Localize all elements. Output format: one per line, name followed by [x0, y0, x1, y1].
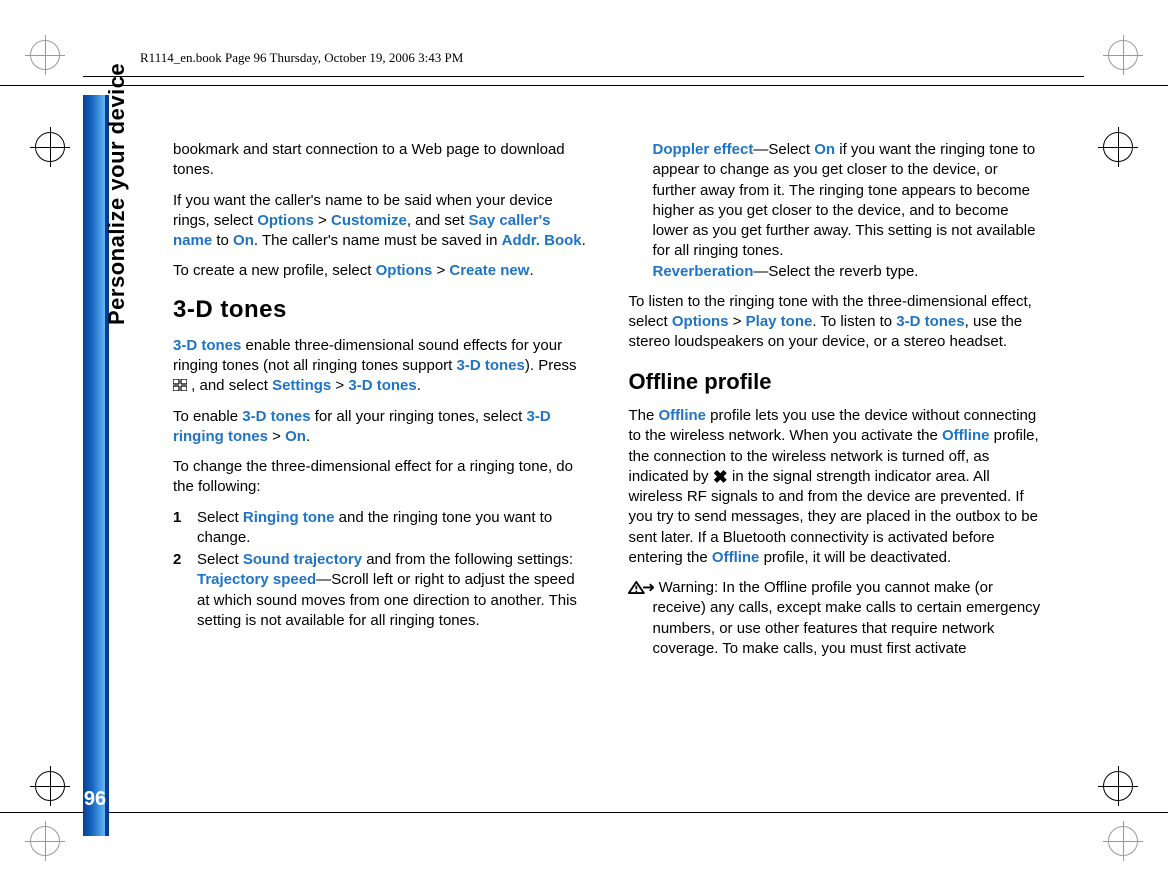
keyword-3d-tones: 3-D tones: [896, 313, 964, 330]
register-mark-icon: [1108, 826, 1138, 856]
paragraph: If you want the caller's name to be said…: [173, 191, 589, 252]
keyword-addr-book: Addr. Book: [502, 232, 582, 249]
paragraph: To create a new profile, select Options …: [173, 261, 589, 281]
keyword-offline: Offline: [712, 549, 760, 566]
keyword-sound-trajectory: Sound trajectory: [243, 551, 362, 568]
keyword-3d-tones: 3-D tones: [457, 357, 525, 374]
paragraph: To listen to the ringing tone with the t…: [629, 292, 1045, 353]
heading-offline: Offline profile: [629, 367, 1045, 397]
paragraph: To enable 3-D tones for all your ringing…: [173, 407, 589, 448]
crosshair-icon: [35, 132, 65, 162]
warning-paragraph: Warning: In the Offline profile you cann…: [629, 578, 1045, 659]
keyword-3d-tones: 3-D tones: [173, 337, 241, 354]
crop-line-bottom: [0, 812, 1168, 813]
spine: Personalize your device 96: [83, 95, 138, 811]
keyword-on: On: [233, 232, 254, 249]
keyword-options: Options: [376, 262, 433, 279]
paragraph: The Offline profile lets you use the dev…: [629, 406, 1045, 568]
keyword-offline: Offline: [659, 407, 707, 424]
list-item: 1 Select Ringing tone and the ringing to…: [173, 508, 589, 549]
keyword-reverberation: Reverberation: [653, 263, 754, 280]
keyword-play-tone: Play tone: [746, 313, 813, 330]
keyword-options: Options: [672, 313, 729, 330]
keyword-3d-tones: 3-D tones: [348, 377, 416, 394]
page-frame: Personalize your device 96 bookmark and …: [83, 95, 1084, 811]
body-content: bookmark and start connection to a Web p…: [138, 95, 1084, 811]
keyword-settings: Settings: [272, 377, 331, 394]
crosshair-icon: [1103, 771, 1133, 801]
keyword-doppler: Doppler effect: [653, 141, 754, 158]
ordered-list: 1 Select Ringing tone and the ringing to…: [173, 508, 589, 632]
page-number: 96: [80, 788, 110, 811]
crop-line-top: [0, 85, 1168, 86]
paragraph: bookmark and start connection to a Web p…: [173, 140, 589, 181]
keyword-customize: Customize: [331, 212, 407, 229]
paragraph: 3-D tones enable three-dimensional sound…: [173, 336, 589, 397]
keyword-ringing-tone: Ringing tone: [243, 509, 335, 526]
keyword-on: On: [285, 428, 306, 445]
register-mark-icon: [1108, 40, 1138, 70]
register-mark-icon: [30, 826, 60, 856]
keyword-3d-tones: 3-D tones: [242, 408, 310, 425]
menu-key-icon: [173, 379, 187, 391]
list-item: 2 Select Sound trajectory and from the f…: [173, 550, 589, 631]
paragraph: Doppler effect—Select On if you want the…: [629, 140, 1045, 282]
section-title-vertical: Personalize your device: [104, 63, 130, 325]
paragraph: To change the three-dimensional effect f…: [173, 457, 589, 498]
crosshair-icon: [1103, 132, 1133, 162]
keyword-offline: Offline: [942, 427, 990, 444]
keyword-options: Options: [257, 212, 314, 229]
keyword-create-new: Create new: [449, 262, 529, 279]
keyword-trajectory-speed: Trajectory speed: [197, 571, 316, 588]
keyword-on: On: [814, 141, 835, 158]
header-rule: [83, 76, 1084, 77]
crosshair-icon: [35, 771, 65, 801]
spine-gradient: [83, 95, 105, 836]
warning-icon: [627, 580, 655, 595]
heading-3d-tones: 3-D tones: [173, 294, 589, 326]
page-header: R1114_en.book Page 96 Thursday, October …: [140, 50, 1068, 72]
register-mark-icon: [30, 40, 60, 70]
